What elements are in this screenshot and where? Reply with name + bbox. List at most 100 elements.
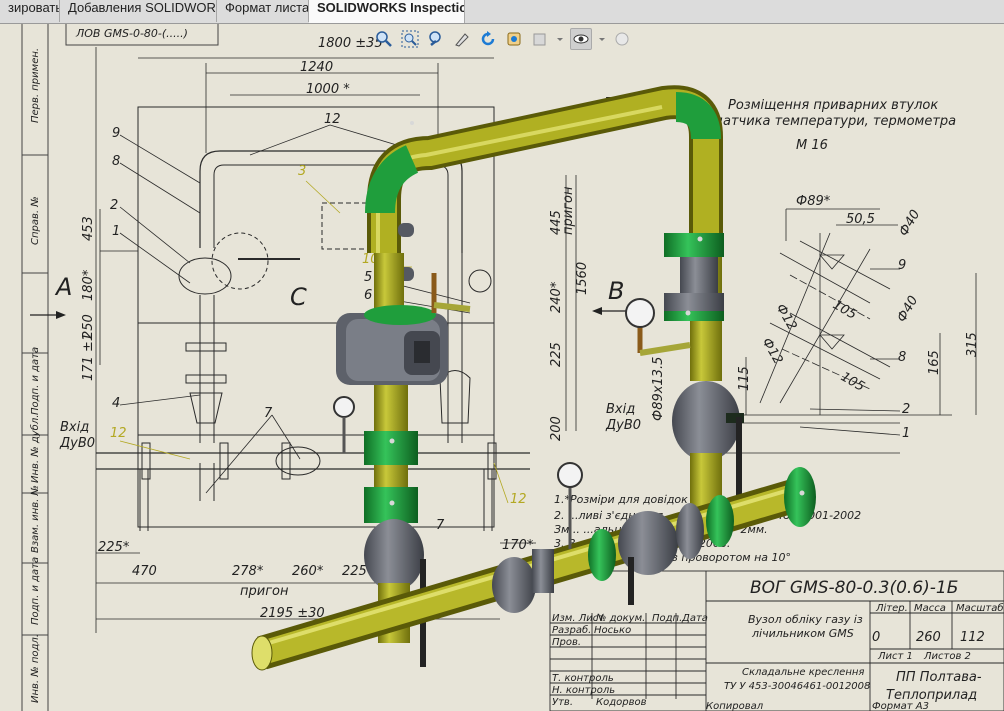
row-header: Подп. <box>652 613 682 624</box>
drawing-type: Складальне креслення <box>742 667 864 678</box>
rotate-icon[interactable] <box>478 29 498 49</box>
inlet-dn-label: ДуВ0 <box>59 436 95 451</box>
zoom-to-area-icon[interactable] <box>400 29 420 49</box>
callout-4: 4 <box>112 396 120 411</box>
view-c-label: C <box>290 283 307 311</box>
placement-title-1: Розміщення приварних втулок <box>728 98 938 113</box>
view-a-label: A <box>54 273 72 301</box>
select-icon[interactable] <box>452 29 472 49</box>
row-header: Дата <box>681 613 708 624</box>
hide-show-icon[interactable] <box>570 28 592 50</box>
note-line: 1.*Розміри для довідок <box>554 493 688 506</box>
dim-180: 180* <box>81 269 96 301</box>
copied-label: Копировал <box>706 701 764 711</box>
outlet-dn-label: ДуВ0 <box>605 418 641 433</box>
strip-label: Взам. инв. № <box>30 485 41 553</box>
assembly-name: лічильником GMS <box>751 627 854 640</box>
tab-solidworks-inspection[interactable]: SOLIDWORKS Inspection <box>309 0 465 23</box>
callout-12-inlet: 12 <box>110 426 127 441</box>
tab-solidworks-addins[interactable]: Добавления SOLIDWORKS <box>60 0 217 22</box>
header-scale: Масштаб <box>956 602 1004 614</box>
pan-icon[interactable] <box>504 29 524 49</box>
callout-5: 5 <box>364 270 372 285</box>
dim-1560: 1560 <box>575 262 590 295</box>
callout-3: 3 <box>298 164 306 179</box>
dim-1800: 1800 ±35 <box>318 36 383 51</box>
dim-115: 115 <box>737 366 752 391</box>
note-line: ... з проворотом на 10° <box>658 551 791 564</box>
dim-260: 260* <box>292 564 324 579</box>
liter-value: 0 <box>872 630 880 645</box>
strip-label: Подп. и дата <box>30 347 41 415</box>
thread-m16: М 16 <box>796 138 828 153</box>
callout-12: 12 <box>324 112 341 127</box>
strip-label: Справ. № <box>30 196 41 245</box>
company-name: ПП Полтава- <box>896 670 982 685</box>
view-b-label: B <box>608 277 624 305</box>
callout-9: 9 <box>112 126 120 141</box>
role-label: Утв. <box>552 697 573 708</box>
display-style-icon[interactable] <box>530 29 550 49</box>
dim-1240: 1240 <box>300 60 333 75</box>
scale-value: 112 <box>960 630 985 645</box>
pryhon-label: пригон <box>561 186 576 235</box>
dim-200: 200 <box>549 416 564 441</box>
dim-453: 453 <box>81 216 96 241</box>
dim-278: 278* <box>232 564 264 579</box>
dim-225: 225* <box>98 540 130 555</box>
role-label: Пров. <box>552 637 581 648</box>
role-label: Н. контроль <box>552 685 615 696</box>
strip-label: Инв. № подл. <box>30 634 41 703</box>
dropdown-icon[interactable] <box>556 29 564 49</box>
sheets-total: Листов 2 <box>923 651 971 662</box>
callout-1: 1 <box>112 224 120 239</box>
format-label: Формат А3 <box>872 701 929 711</box>
callout-8: 8 <box>112 154 120 169</box>
callout-6: 6 <box>364 288 372 303</box>
tu-number: ТУ У 453-30046461-0012008 <box>724 681 870 692</box>
dim-315: 315 <box>965 332 980 357</box>
placement-title-2: датчика температури, термометра <box>713 114 956 129</box>
callout-8-detail: 8 <box>898 350 906 365</box>
callout-7-bottom: 7 <box>436 518 445 533</box>
dim-225-bottom: 225 <box>342 564 367 579</box>
drawing-sheet[interactable]: Перв. примен. Справ. № Подп. и дата Инв.… <box>0 23 1004 711</box>
assembly-name: Вузол обліку газу із <box>748 613 863 626</box>
role-label: Разраб. <box>552 624 591 636</box>
strip-label: Подп. и дата <box>30 557 41 625</box>
header-liter: Літер. <box>875 602 908 614</box>
drawing-designation: ВОГ GMS-80-0.3(0.6)-1Б <box>750 578 958 598</box>
dim-1000: 1000 * <box>306 82 350 97</box>
dim-225-vertical: 225 <box>549 342 564 367</box>
drawing-code-mirrored: ЛОВ GMS-0-80-(.....) <box>75 27 188 40</box>
appearance-icon[interactable] <box>612 29 632 49</box>
pryhon-label: пригон <box>240 584 289 599</box>
callout-9-detail: 9 <box>898 258 906 273</box>
zoom-to-fit-icon[interactable] <box>374 29 394 49</box>
strip-label: Инв. № дубл. <box>29 415 41 483</box>
dim-171: 171 ±1 <box>81 333 96 381</box>
dim-89: Ф89* <box>796 194 831 209</box>
callout-1-detail: 1 <box>902 426 910 441</box>
zoom-in-out-icon[interactable] <box>426 29 446 49</box>
dim-pipe-diameter: Ф89х13.5 <box>651 357 666 421</box>
tab-analyze[interactable]: зировать <box>0 0 60 22</box>
header-mass: Масса <box>914 603 946 614</box>
row-header: № докум. <box>595 613 645 624</box>
strip-label: Перв. примен. <box>30 48 41 123</box>
dim-170: 170* <box>502 538 534 553</box>
dropdown-icon[interactable] <box>598 29 606 49</box>
developer-name: Носько <box>594 625 631 636</box>
role-label: Т. контроль <box>552 673 614 684</box>
dim-240: 240* <box>549 281 564 313</box>
callout-12-right: 12 <box>510 492 527 507</box>
approver-name: Кодорвов <box>596 697 647 708</box>
inlet-label: Вхід <box>60 420 89 435</box>
outlet-label: Вхід <box>606 402 635 417</box>
dim-470: 470 <box>132 564 157 579</box>
heads-up-view-toolbar <box>374 26 632 52</box>
mass-value: 260 <box>916 630 941 645</box>
dim-2195: 2195 ±30 <box>260 606 325 621</box>
tab-sheet-format[interactable]: Формат листа <box>217 0 309 22</box>
callout-2: 2 <box>110 198 118 213</box>
